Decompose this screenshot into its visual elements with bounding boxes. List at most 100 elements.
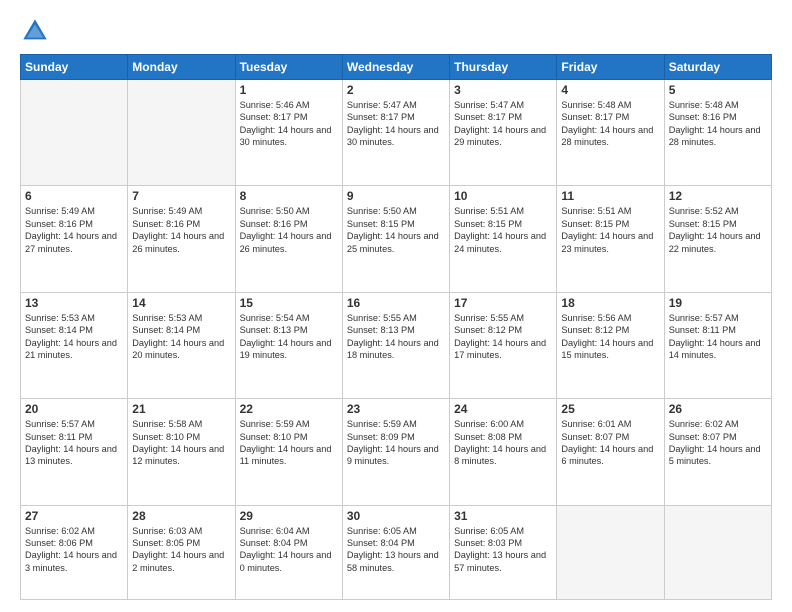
calendar-cell: 19 Sunrise: 5:57 AM Sunset: 8:11 PM Dayli…: [664, 292, 771, 398]
day-number: 12: [669, 189, 767, 203]
calendar-day-header: Saturday: [664, 55, 771, 80]
calendar-cell: 13 Sunrise: 5:53 AM Sunset: 8:14 PM Dayli…: [21, 292, 128, 398]
page: SundayMondayTuesdayWednesdayThursdayFrid…: [0, 0, 792, 612]
calendar-day-header: Thursday: [450, 55, 557, 80]
calendar-cell: 29Sunrise: 6:04 AM Sunset: 8:04 PM Dayli…: [235, 505, 342, 599]
cell-content: Sunrise: 5:55 AM Sunset: 8:12 PM Dayligh…: [454, 312, 552, 362]
calendar-cell: 3 Sunrise: 5:47 AM Sunset: 8:17 PM Daylig…: [450, 80, 557, 186]
logo-icon: [20, 16, 50, 46]
cell-content: Sunrise: 5:53 AM Sunset: 8:14 PM Dayligh…: [132, 312, 230, 362]
calendar-week-row: 6Sunrise: 5:49 AM Sunset: 8:16 PM Daylig…: [21, 186, 772, 292]
calendar-cell: 14 Sunrise: 5:53 AM Sunset: 8:14 PM Dayli…: [128, 292, 235, 398]
calendar-cell: [128, 80, 235, 186]
cell-content: Sunrise: 5:49 AM Sunset: 8:16 PM Dayligh…: [132, 205, 230, 255]
day-number: 8: [240, 189, 338, 203]
day-number: 17: [454, 296, 552, 310]
cell-content: Sunrise: 5:48 AM Sunset: 8:17 PM Dayligh…: [561, 99, 659, 149]
calendar-cell: 24Sunrise: 6:00 AM Sunset: 8:08 PM Dayli…: [450, 399, 557, 505]
cell-content: Sunrise: 5:54 AM Sunset: 8:13 PM Dayligh…: [240, 312, 338, 362]
calendar-cell: 30 Sunrise: 6:05 AM Sunset: 8:04 PM Dayli…: [342, 505, 449, 599]
cell-content: Sunrise: 5:55 AM Sunset: 8:13 PM Dayligh…: [347, 312, 445, 362]
calendar-table: SundayMondayTuesdayWednesdayThursdayFrid…: [20, 54, 772, 600]
day-number: 15: [240, 296, 338, 310]
calendar-cell: 4 Sunrise: 5:48 AM Sunset: 8:17 PM Daylig…: [557, 80, 664, 186]
day-number: 25: [561, 402, 659, 416]
day-number: 29: [240, 509, 338, 523]
cell-content: Sunrise: 5:50 AM Sunset: 8:15 PM Dayligh…: [347, 205, 445, 255]
cell-content: Sunrise: 5:56 AM Sunset: 8:12 PM Dayligh…: [561, 312, 659, 362]
calendar-day-header: Tuesday: [235, 55, 342, 80]
day-number: 13: [25, 296, 123, 310]
calendar-cell: 7 Sunrise: 5:49 AM Sunset: 8:16 PM Daylig…: [128, 186, 235, 292]
calendar-cell: 12 Sunrise: 5:52 AM Sunset: 8:15 PM Dayli…: [664, 186, 771, 292]
calendar-cell: 2Sunrise: 5:47 AM Sunset: 8:17 PM Daylig…: [342, 80, 449, 186]
calendar-cell: 16 Sunrise: 5:55 AM Sunset: 8:13 PM Dayli…: [342, 292, 449, 398]
day-number: 19: [669, 296, 767, 310]
calendar-cell: 15 Sunrise: 5:54 AM Sunset: 8:13 PM Dayli…: [235, 292, 342, 398]
calendar-cell: [557, 505, 664, 599]
calendar-cell: 28 Sunrise: 6:03 AM Sunset: 8:05 PM Dayli…: [128, 505, 235, 599]
calendar-cell: 18 Sunrise: 5:56 AM Sunset: 8:12 PM Dayli…: [557, 292, 664, 398]
calendar-cell: 23 Sunrise: 5:59 AM Sunset: 8:09 PM Dayli…: [342, 399, 449, 505]
calendar-week-row: 1 Sunrise: 5:46 AM Sunset: 8:17 PM Daylig…: [21, 80, 772, 186]
day-number: 10: [454, 189, 552, 203]
calendar-cell: 1 Sunrise: 5:46 AM Sunset: 8:17 PM Daylig…: [235, 80, 342, 186]
calendar-cell: 5 Sunrise: 5:48 AM Sunset: 8:16 PM Daylig…: [664, 80, 771, 186]
cell-content: Sunrise: 5:46 AM Sunset: 8:17 PM Dayligh…: [240, 99, 338, 149]
calendar-day-header: Friday: [557, 55, 664, 80]
calendar-header-row: SundayMondayTuesdayWednesdayThursdayFrid…: [21, 55, 772, 80]
cell-content: Sunrise: 5:51 AM Sunset: 8:15 PM Dayligh…: [454, 205, 552, 255]
day-number: 2: [347, 83, 445, 97]
cell-content: Sunrise: 5:57 AM Sunset: 8:11 PM Dayligh…: [25, 418, 123, 468]
cell-content: Sunrise: 6:03 AM Sunset: 8:05 PM Dayligh…: [132, 525, 230, 575]
day-number: 27: [25, 509, 123, 523]
cell-content: Sunrise: 5:53 AM Sunset: 8:14 PM Dayligh…: [25, 312, 123, 362]
day-number: 4: [561, 83, 659, 97]
cell-content: Sunrise: 5:57 AM Sunset: 8:11 PM Dayligh…: [669, 312, 767, 362]
day-number: 5: [669, 83, 767, 97]
calendar-day-header: Sunday: [21, 55, 128, 80]
calendar-cell: 21Sunrise: 5:58 AM Sunset: 8:10 PM Dayli…: [128, 399, 235, 505]
calendar-cell: 17 Sunrise: 5:55 AM Sunset: 8:12 PM Dayli…: [450, 292, 557, 398]
cell-content: Sunrise: 5:50 AM Sunset: 8:16 PM Dayligh…: [240, 205, 338, 255]
cell-content: Sunrise: 5:47 AM Sunset: 8:17 PM Dayligh…: [454, 99, 552, 149]
calendar-cell: [21, 80, 128, 186]
cell-content: Sunrise: 5:52 AM Sunset: 8:15 PM Dayligh…: [669, 205, 767, 255]
calendar-cell: [664, 505, 771, 599]
calendar-cell: 25 Sunrise: 6:01 AM Sunset: 8:07 PM Dayli…: [557, 399, 664, 505]
day-number: 9: [347, 189, 445, 203]
calendar-week-row: 20Sunrise: 5:57 AM Sunset: 8:11 PM Dayli…: [21, 399, 772, 505]
day-number: 21: [132, 402, 230, 416]
logo: [20, 16, 54, 46]
cell-content: Sunrise: 6:00 AM Sunset: 8:08 PM Dayligh…: [454, 418, 552, 468]
calendar-day-header: Monday: [128, 55, 235, 80]
day-number: 14: [132, 296, 230, 310]
cell-content: Sunrise: 5:49 AM Sunset: 8:16 PM Dayligh…: [25, 205, 123, 255]
calendar-cell: 8 Sunrise: 5:50 AM Sunset: 8:16 PM Daylig…: [235, 186, 342, 292]
calendar-cell: 20Sunrise: 5:57 AM Sunset: 8:11 PM Dayli…: [21, 399, 128, 505]
calendar-week-row: 13 Sunrise: 5:53 AM Sunset: 8:14 PM Dayli…: [21, 292, 772, 398]
calendar-day-header: Wednesday: [342, 55, 449, 80]
calendar-cell: 11Sunrise: 5:51 AM Sunset: 8:15 PM Dayli…: [557, 186, 664, 292]
cell-content: Sunrise: 6:02 AM Sunset: 8:06 PM Dayligh…: [25, 525, 123, 575]
calendar-cell: 27 Sunrise: 6:02 AM Sunset: 8:06 PM Dayli…: [21, 505, 128, 599]
day-number: 1: [240, 83, 338, 97]
cell-content: Sunrise: 6:01 AM Sunset: 8:07 PM Dayligh…: [561, 418, 659, 468]
day-number: 18: [561, 296, 659, 310]
cell-content: Sunrise: 5:48 AM Sunset: 8:16 PM Dayligh…: [669, 99, 767, 149]
cell-content: Sunrise: 6:05 AM Sunset: 8:03 PM Dayligh…: [454, 525, 552, 575]
day-number: 3: [454, 83, 552, 97]
header: [20, 16, 772, 46]
calendar-cell: 10 Sunrise: 5:51 AM Sunset: 8:15 PM Dayli…: [450, 186, 557, 292]
day-number: 23: [347, 402, 445, 416]
calendar-cell: 22Sunrise: 5:59 AM Sunset: 8:10 PM Dayli…: [235, 399, 342, 505]
day-number: 30: [347, 509, 445, 523]
calendar-week-row: 27 Sunrise: 6:02 AM Sunset: 8:06 PM Dayli…: [21, 505, 772, 599]
day-number: 7: [132, 189, 230, 203]
day-number: 22: [240, 402, 338, 416]
cell-content: Sunrise: 6:05 AM Sunset: 8:04 PM Dayligh…: [347, 525, 445, 575]
cell-content: Sunrise: 5:59 AM Sunset: 8:09 PM Dayligh…: [347, 418, 445, 468]
day-number: 16: [347, 296, 445, 310]
calendar-cell: 26Sunrise: 6:02 AM Sunset: 8:07 PM Dayli…: [664, 399, 771, 505]
day-number: 28: [132, 509, 230, 523]
